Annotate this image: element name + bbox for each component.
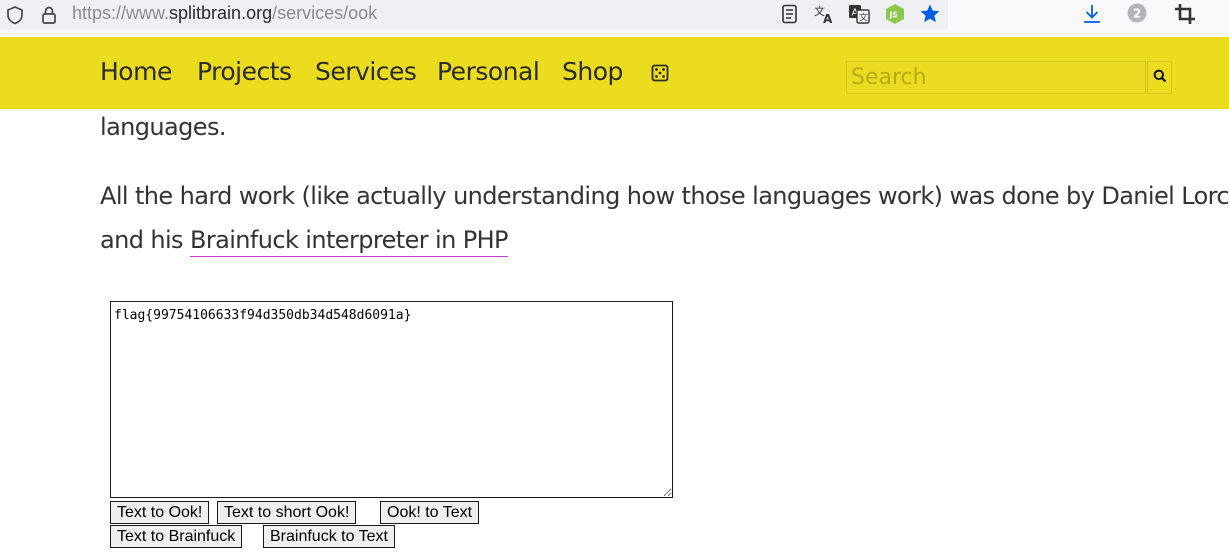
crop-icon[interactable]: [1173, 2, 1197, 26]
profile-badge-icon[interactable]: 2: [1125, 2, 1149, 26]
nav-projects[interactable]: Projects: [197, 57, 292, 86]
site-nav: Home Projects Services Personal Shop: [0, 37, 1229, 109]
credits-prefix-text: and his: [100, 226, 190, 254]
svg-text:JS: JS: [889, 11, 898, 20]
text-to-brainfuck-button[interactable]: Text to Brainfuck: [110, 525, 243, 548]
page-translate-icon[interactable]: A 文: [847, 2, 871, 26]
credits-paragraph-line2: and his Brainfuck interpreter in PHP: [100, 226, 509, 257]
reader-view-icon[interactable]: [778, 2, 802, 26]
nav-shop[interactable]: Shop: [562, 57, 623, 86]
nav-home[interactable]: Home: [100, 57, 172, 86]
search-button[interactable]: [1147, 61, 1172, 94]
credits-paragraph-line1: All the hard work (like actually underst…: [100, 182, 1229, 210]
svg-text:A: A: [823, 12, 833, 26]
nav-personal[interactable]: Personal: [437, 57, 540, 86]
search-icon: [1153, 69, 1166, 83]
search-input[interactable]: [846, 61, 1146, 94]
browser-toolbar: https://www.splitbrain.org/services/ook …: [0, 0, 1229, 37]
translate-icon[interactable]: 文 A: [812, 2, 836, 26]
url-text[interactable]: https://www.splitbrain.org/services/ook: [72, 3, 377, 24]
lock-icon[interactable]: [38, 4, 60, 26]
svg-text:文: 文: [859, 12, 868, 24]
text-to-ook-button[interactable]: Text to Ook!: [110, 501, 210, 524]
ook-to-text-button[interactable]: Ook! to Text: [380, 501, 480, 524]
nodejs-extension-icon[interactable]: JS: [883, 2, 907, 26]
download-icon[interactable]: [1080, 2, 1104, 26]
svg-text:2: 2: [1133, 7, 1141, 21]
ook-textarea[interactable]: flag{99754106633f94d350db34d548d6091a}: [110, 301, 673, 498]
shield-icon[interactable]: [4, 4, 26, 26]
brainfuck-to-text-button[interactable]: Brainfuck to Text: [263, 525, 395, 548]
address-bar[interactable]: https://www.splitbrain.org/services/ook …: [0, 0, 948, 30]
nav-services[interactable]: Services: [315, 57, 417, 86]
bookmark-star-icon[interactable]: [918, 2, 942, 26]
paragraph-end-text: languages.: [100, 113, 226, 141]
brainfuck-interpreter-link[interactable]: Brainfuck interpreter in PHP: [190, 226, 509, 257]
dice-icon[interactable]: [651, 64, 669, 82]
text-to-short-ook-button[interactable]: Text to short Ook!: [217, 501, 357, 524]
